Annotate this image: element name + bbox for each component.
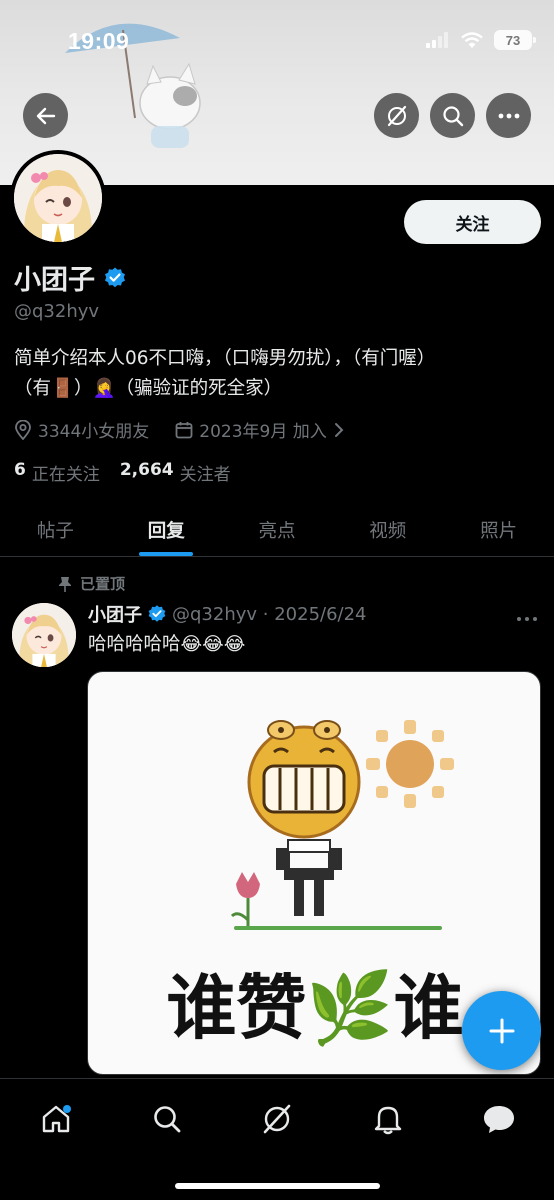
meme-illustration bbox=[230, 720, 454, 930]
pinned-label: 已置顶 bbox=[80, 575, 126, 593]
tulip-illustration bbox=[230, 872, 260, 928]
wifi-icon bbox=[461, 32, 483, 48]
anime-girl-avatar-image bbox=[12, 603, 76, 667]
profile-bio: 简单介绍本人06不口嗨，（口嗨男勿扰），（有门喔） （有🚪）🤦‍♀️（骗验证的死… bbox=[14, 344, 544, 404]
search-icon bbox=[442, 105, 463, 126]
nav-notifications[interactable] bbox=[366, 1097, 410, 1141]
cellular-signal-icon bbox=[426, 32, 448, 48]
pin-icon bbox=[59, 576, 71, 592]
chat-icon bbox=[484, 1106, 514, 1133]
profile-tabs: 帖子 回复 亮点 视频 照片 bbox=[0, 503, 554, 557]
following-label[interactable]: 正在关注 bbox=[32, 460, 100, 485]
profile-name-row: 小团子 bbox=[14, 258, 127, 297]
chevron-right-icon[interactable] bbox=[333, 422, 345, 438]
post-text: 哈哈哈哈哈😂😂😂 bbox=[88, 634, 246, 655]
profile-location: 3344小女朋友 bbox=[38, 422, 150, 442]
back-arrow-icon bbox=[36, 107, 55, 124]
compose-post-button[interactable] bbox=[462, 991, 541, 1070]
profile-handle: @q32hyv bbox=[14, 301, 100, 322]
tab-photos[interactable]: 照片 bbox=[443, 503, 554, 556]
nav-home[interactable] bbox=[34, 1097, 78, 1141]
battery-level: 73 bbox=[505, 32, 521, 48]
search-button[interactable] bbox=[430, 93, 475, 138]
post-author-name[interactable]: 小团子 bbox=[88, 601, 142, 627]
grass-line bbox=[234, 926, 442, 930]
post-more-button[interactable] bbox=[516, 603, 538, 627]
more-icon bbox=[498, 113, 519, 118]
battery-indicator: 73 bbox=[494, 30, 536, 50]
search-icon bbox=[154, 1106, 181, 1133]
verified-badge-icon[interactable] bbox=[147, 604, 167, 624]
meme-caption-left: 谁赞 bbox=[166, 967, 307, 1049]
location-pin-icon bbox=[15, 419, 31, 440]
profile-join-date[interactable]: 2023年9月 加入 bbox=[199, 417, 326, 442]
status-time: 19:09 bbox=[68, 28, 130, 54]
post-header: 小团子 @q32hyv · 2025/6/24 bbox=[88, 601, 367, 627]
following-count[interactable]: 6 bbox=[14, 460, 26, 485]
pixel-body-illustration bbox=[276, 839, 342, 916]
post-author-avatar[interactable] bbox=[12, 603, 76, 667]
profile-meta: 3344小女朋友 2023年9月 加入 bbox=[14, 417, 345, 442]
calendar-icon bbox=[175, 421, 193, 438]
nav-grok[interactable] bbox=[255, 1097, 299, 1141]
grok-button[interactable] bbox=[374, 93, 419, 138]
home-indicator bbox=[175, 1183, 380, 1189]
followers-count[interactable]: 2,664 bbox=[120, 460, 174, 485]
profile-avatar[interactable] bbox=[10, 150, 106, 246]
tab-highlights[interactable]: 亮点 bbox=[222, 503, 333, 556]
grinning-face-illustration bbox=[247, 720, 361, 839]
more-icon bbox=[517, 617, 537, 621]
bottom-navigation bbox=[0, 1078, 554, 1200]
pinned-indicator: 已置顶 bbox=[58, 573, 125, 594]
post-handle-date: @q32hyv · 2025/6/24 bbox=[172, 603, 367, 625]
sun-illustration bbox=[366, 720, 454, 808]
bio-line-2: （有🚪）🤦‍♀️（骗验证的死全家） bbox=[14, 378, 283, 399]
bell-icon bbox=[374, 1106, 402, 1135]
nav-messages[interactable] bbox=[477, 1097, 521, 1141]
verified-badge-icon[interactable] bbox=[103, 266, 127, 290]
more-options-button[interactable] bbox=[486, 93, 531, 138]
anime-girl-avatar-image bbox=[14, 154, 102, 242]
profile-stats: 6 正在关注 2,664 关注者 bbox=[14, 460, 231, 485]
meme-caption-right: 谁 bbox=[393, 967, 464, 1049]
nav-search[interactable] bbox=[145, 1097, 189, 1141]
tab-posts[interactable]: 帖子 bbox=[0, 503, 111, 556]
grok-icon bbox=[263, 1104, 291, 1134]
bio-line-1: 简单介绍本人06不口嗨，（口嗨男勿扰），（有门喔） bbox=[14, 348, 436, 369]
meme-caption-leaf: 🌿 bbox=[306, 967, 394, 1049]
follow-button[interactable]: 关注 bbox=[404, 200, 541, 244]
plus-icon bbox=[489, 1018, 514, 1043]
status-icons: 73 bbox=[426, 30, 536, 50]
tab-videos[interactable]: 视频 bbox=[332, 503, 443, 556]
back-button[interactable] bbox=[23, 93, 68, 138]
profile-display-name: 小团子 bbox=[14, 265, 95, 296]
followers-label[interactable]: 关注者 bbox=[180, 460, 231, 485]
tab-replies[interactable]: 回复 bbox=[111, 503, 222, 556]
grok-icon bbox=[387, 105, 406, 126]
status-bar: 19:09 73 bbox=[0, 0, 554, 80]
home-icon bbox=[42, 1105, 71, 1133]
